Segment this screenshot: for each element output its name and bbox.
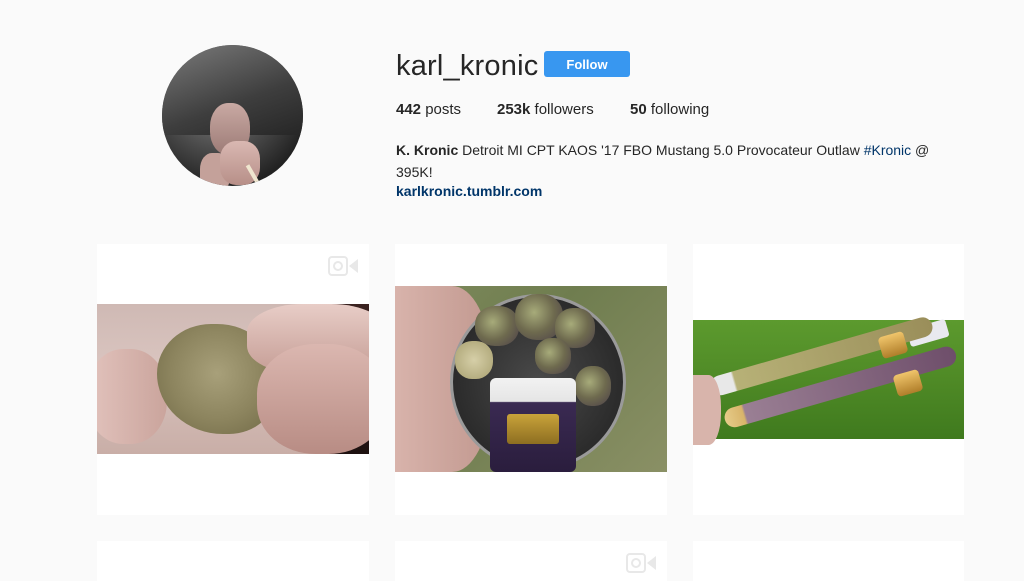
post-image [395,286,667,472]
post-tile[interactable] [395,244,667,515]
post-tile[interactable] [97,541,369,581]
profile-full-name: K. Kronic [396,142,459,158]
bio-hashtag-link[interactable]: #Kronic [864,142,911,158]
post-image [693,314,964,445]
stat-posts[interactable]: 442 posts [396,101,461,118]
video-camera-icon [328,256,358,276]
profile-avatar[interactable] [162,45,303,186]
bio-text: Detroit MI CPT KAOS '17 FBO Mustang 5.0 … [458,142,864,158]
stat-following[interactable]: 50 following [630,101,709,118]
post-image [97,304,369,454]
post-tile[interactable] [693,244,964,515]
post-tile[interactable] [693,541,964,581]
profile-bio: K. Kronic Detroit MI CPT KAOS '17 FBO Mu… [396,139,956,183]
post-tile[interactable] [97,244,369,515]
follow-button[interactable]: Follow [544,51,630,77]
profile-username: karl_kronic [396,50,539,82]
video-camera-icon [626,553,656,573]
post-tile[interactable] [395,541,667,581]
stat-followers[interactable]: 253k followers [497,101,594,118]
profile-website-link[interactable]: karlkronic.tumblr.com [396,183,542,199]
